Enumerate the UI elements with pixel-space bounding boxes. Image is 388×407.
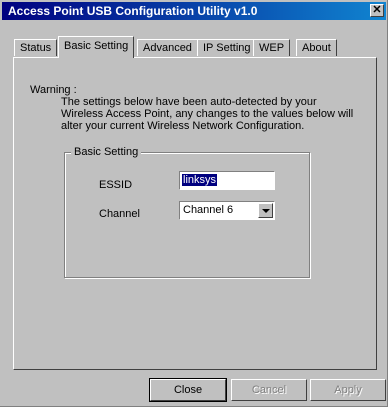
tab-basic-setting[interactable]: Basic Setting	[58, 36, 135, 58]
window-title: Access Point USB Configuration Utility v…	[8, 4, 258, 18]
close-button[interactable]: Close	[149, 378, 227, 402]
warning-text: The settings below have been auto-detect…	[61, 96, 354, 132]
cancel-button[interactable]: Cancel	[231, 379, 307, 401]
tab-ip-setting[interactable]: IP Setting	[197, 39, 257, 56]
warning-title: Warning :	[30, 84, 77, 96]
essid-value: linksys	[182, 174, 218, 186]
title-bar[interactable]: Access Point USB Configuration Utility v…	[2, 2, 386, 20]
chevron-down-icon[interactable]	[258, 203, 273, 218]
basic-setting-group: Basic Setting ESSID linksys Channel Chan…	[64, 146, 310, 278]
tab-about[interactable]: About	[296, 39, 337, 56]
tab-advanced[interactable]: Advanced	[137, 39, 198, 56]
tab-wep[interactable]: WEP	[253, 39, 291, 56]
essid-label: ESSID	[99, 179, 133, 191]
apply-button[interactable]: Apply	[310, 379, 386, 401]
config-utility-window: Access Point USB Configuration Utility v…	[0, 0, 388, 407]
close-window-icon[interactable]: ✕	[370, 4, 384, 17]
channel-select[interactable]: Channel 6	[179, 201, 275, 220]
essid-input[interactable]: linksys	[179, 171, 275, 190]
tab-status[interactable]: Status	[14, 39, 58, 56]
channel-value: Channel 6	[183, 204, 234, 216]
channel-label: Channel	[99, 208, 140, 220]
basic-setting-legend: Basic Setting	[71, 146, 142, 158]
basic-setting-panel: Warning : The settings below have been a…	[13, 57, 377, 370]
